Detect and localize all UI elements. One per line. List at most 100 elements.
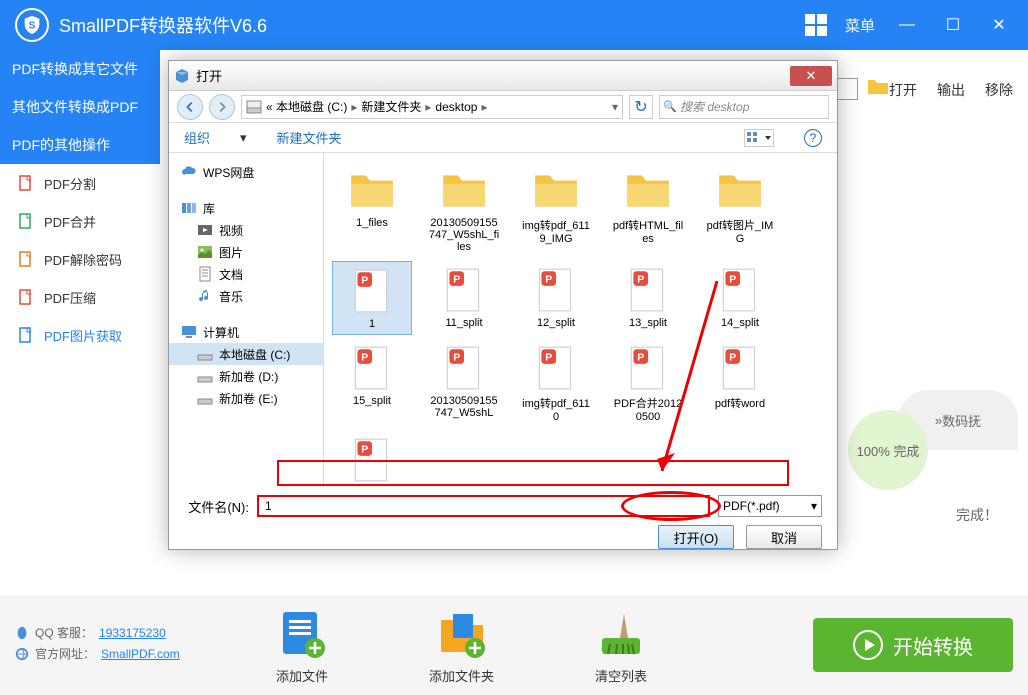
sidebar-item-unlock[interactable]: PDF解除密码 — [0, 240, 160, 278]
docs-icon — [197, 266, 213, 282]
filename-label: 文件名(N): — [184, 497, 249, 516]
view-mode-button[interactable] — [744, 129, 774, 147]
sidebar-item-compress[interactable]: PDF压缩 — [0, 278, 160, 316]
file-item[interactable]: P15_split — [332, 339, 412, 427]
drive-icon — [197, 346, 213, 362]
tree-library[interactable]: 库 — [169, 197, 323, 219]
close-button[interactable]: ✕ — [985, 11, 1013, 39]
file-list: 1_files20130509155747_W5shL_filesimg转pdf… — [324, 153, 837, 487]
content-toolbar: 打开 输出 移除 — [889, 80, 1013, 100]
file-item[interactable]: P微信截图20100512 — [332, 431, 412, 487]
dialog-toolbar: 组织▾ 新建文件夹 ? — [169, 123, 837, 153]
filetype-select[interactable]: PDF(*.pdf) — [718, 495, 822, 517]
file-item[interactable]: pdf转HTML_files — [608, 161, 688, 257]
tree-computer[interactable]: 计算机 — [169, 321, 323, 343]
dialog-icon — [174, 68, 190, 84]
file-item[interactable]: P13_split — [608, 261, 688, 335]
tree-cdrive[interactable]: 本地磁盘 (C:) — [169, 343, 323, 365]
dialog-nav: « 本地磁盘 (C:)▸ 新建文件夹▸ desktop▸ ▾ ↻ 搜索 desk… — [169, 91, 837, 123]
search-input[interactable]: 搜索 desktop — [659, 95, 829, 119]
file-item[interactable]: P11_split — [424, 261, 504, 335]
dialog-footer: 文件名(N): PDF(*.pdf) 打开(O) 取消 — [169, 487, 837, 547]
clear-list-button[interactable]: 清空列表 — [594, 606, 648, 685]
tree-wps[interactable]: WPS网盘 — [169, 161, 323, 183]
svg-text:P: P — [453, 353, 460, 364]
tree-video[interactable]: 视频 — [169, 219, 323, 241]
add-folder-icon — [435, 606, 489, 660]
maximize-button[interactable]: ☐ — [939, 11, 967, 39]
file-item[interactable]: P14_split — [700, 261, 780, 335]
toolbar-output[interactable]: 输出 — [937, 80, 965, 100]
file-item[interactable]: PPDF合并20120500 — [608, 339, 688, 427]
globe-icon — [15, 647, 29, 661]
start-convert-button[interactable]: 开始转换 — [813, 618, 1013, 672]
drive-icon — [197, 390, 213, 406]
drive-icon — [246, 99, 262, 115]
help-button[interactable]: ? — [804, 129, 822, 147]
sidebar-header-1[interactable]: PDF转换成其它文件 — [0, 50, 160, 88]
breadcrumb[interactable]: « 本地磁盘 (C:)▸ 新建文件夹▸ desktop▸ ▾ — [241, 95, 623, 119]
sidebar: PDF转换成其它文件 其他文件转换成PDF PDF的其他操作 PDF分割 PDF… — [0, 50, 160, 595]
add-folder-button[interactable]: 添加文件夹 — [429, 606, 494, 685]
tree-edrive[interactable]: 新加卷 (E:) — [169, 387, 323, 409]
sidebar-header-3[interactable]: PDF的其他操作 — [0, 126, 160, 164]
image-icon — [197, 244, 213, 260]
file-item[interactable]: P20130509155747_W5shL — [424, 339, 504, 427]
cloud-icon — [181, 164, 197, 180]
dialog-open-button[interactable]: 打开(O) — [658, 525, 734, 549]
pdf-icon — [18, 289, 34, 305]
folder-icon[interactable] — [866, 76, 890, 96]
svg-text:P: P — [729, 275, 736, 286]
refresh-button[interactable]: ↻ — [629, 95, 653, 119]
library-icon — [181, 200, 197, 216]
file-item[interactable]: P1 — [332, 261, 412, 335]
music-icon — [197, 288, 213, 304]
site-link[interactable]: SmallPDF.com — [101, 647, 180, 661]
file-item[interactable]: 20130509155747_W5shL_files — [424, 161, 504, 257]
qq-icon — [15, 626, 29, 640]
tree-ddrive[interactable]: 新加卷 (D:) — [169, 365, 323, 387]
sidebar-item-merge[interactable]: PDF合并 — [0, 202, 160, 240]
dialog-close-button[interactable]: ✕ — [790, 66, 832, 86]
filename-input[interactable] — [257, 495, 710, 517]
sidebar-item-split[interactable]: PDF分割 — [0, 164, 160, 202]
svg-text:P: P — [637, 275, 644, 286]
status-done: 完成！ — [956, 505, 998, 525]
sidebar-header-2[interactable]: 其他文件转换成PDF — [0, 88, 160, 126]
toolbar-remove[interactable]: 移除 — [985, 80, 1013, 100]
progress-circle: 100% 完成 — [848, 410, 928, 490]
nav-forward-button[interactable] — [209, 94, 235, 120]
organize-menu[interactable]: 组织 — [184, 128, 210, 147]
add-file-button[interactable]: 添加文件 — [275, 606, 329, 685]
svg-text:P: P — [729, 353, 736, 364]
file-item[interactable]: img转pdf_6119_IMG — [516, 161, 596, 257]
qq-link[interactable]: 1933175230 — [99, 626, 166, 640]
folder-tree: WPS网盘 库 视频 图片 文档 音乐 计算机 本地磁盘 (C:) 新加卷 (D… — [169, 153, 324, 487]
dialog-cancel-button[interactable]: 取消 — [746, 525, 822, 549]
dialog-title: 打开 — [196, 66, 790, 85]
menu-label[interactable]: 菜单 — [845, 15, 875, 36]
toolbar-open[interactable]: 打开 — [889, 80, 917, 100]
tree-music[interactable]: 音乐 — [169, 285, 323, 307]
pdf-icon — [18, 251, 34, 267]
menu-grid-icon[interactable] — [805, 14, 827, 36]
tree-docs[interactable]: 文档 — [169, 263, 323, 285]
sidebar-item-extract-images[interactable]: PDF图片获取 — [0, 316, 160, 354]
play-icon — [853, 630, 883, 660]
svg-text:P: P — [361, 353, 368, 364]
file-item[interactable]: Ppdf转word — [700, 339, 780, 427]
minimize-button[interactable]: — — [893, 11, 921, 39]
file-item[interactable]: P12_split — [516, 261, 596, 335]
nav-back-button[interactable] — [177, 94, 203, 120]
file-open-dialog: 打开 ✕ « 本地磁盘 (C:)▸ 新建文件夹▸ desktop▸ ▾ ↻ 搜索… — [168, 60, 838, 550]
video-icon — [197, 222, 213, 238]
add-file-icon — [275, 606, 329, 660]
file-item[interactable]: Pimg转pdf_6110 — [516, 339, 596, 427]
file-item[interactable]: pdf转图片_IMG — [700, 161, 780, 257]
pdf-icon — [18, 327, 34, 343]
new-folder-button[interactable]: 新建文件夹 — [277, 128, 342, 147]
drive-icon — [197, 368, 213, 384]
svg-text:P: P — [545, 275, 552, 286]
tree-image[interactable]: 图片 — [169, 241, 323, 263]
file-item[interactable]: 1_files — [332, 161, 412, 257]
